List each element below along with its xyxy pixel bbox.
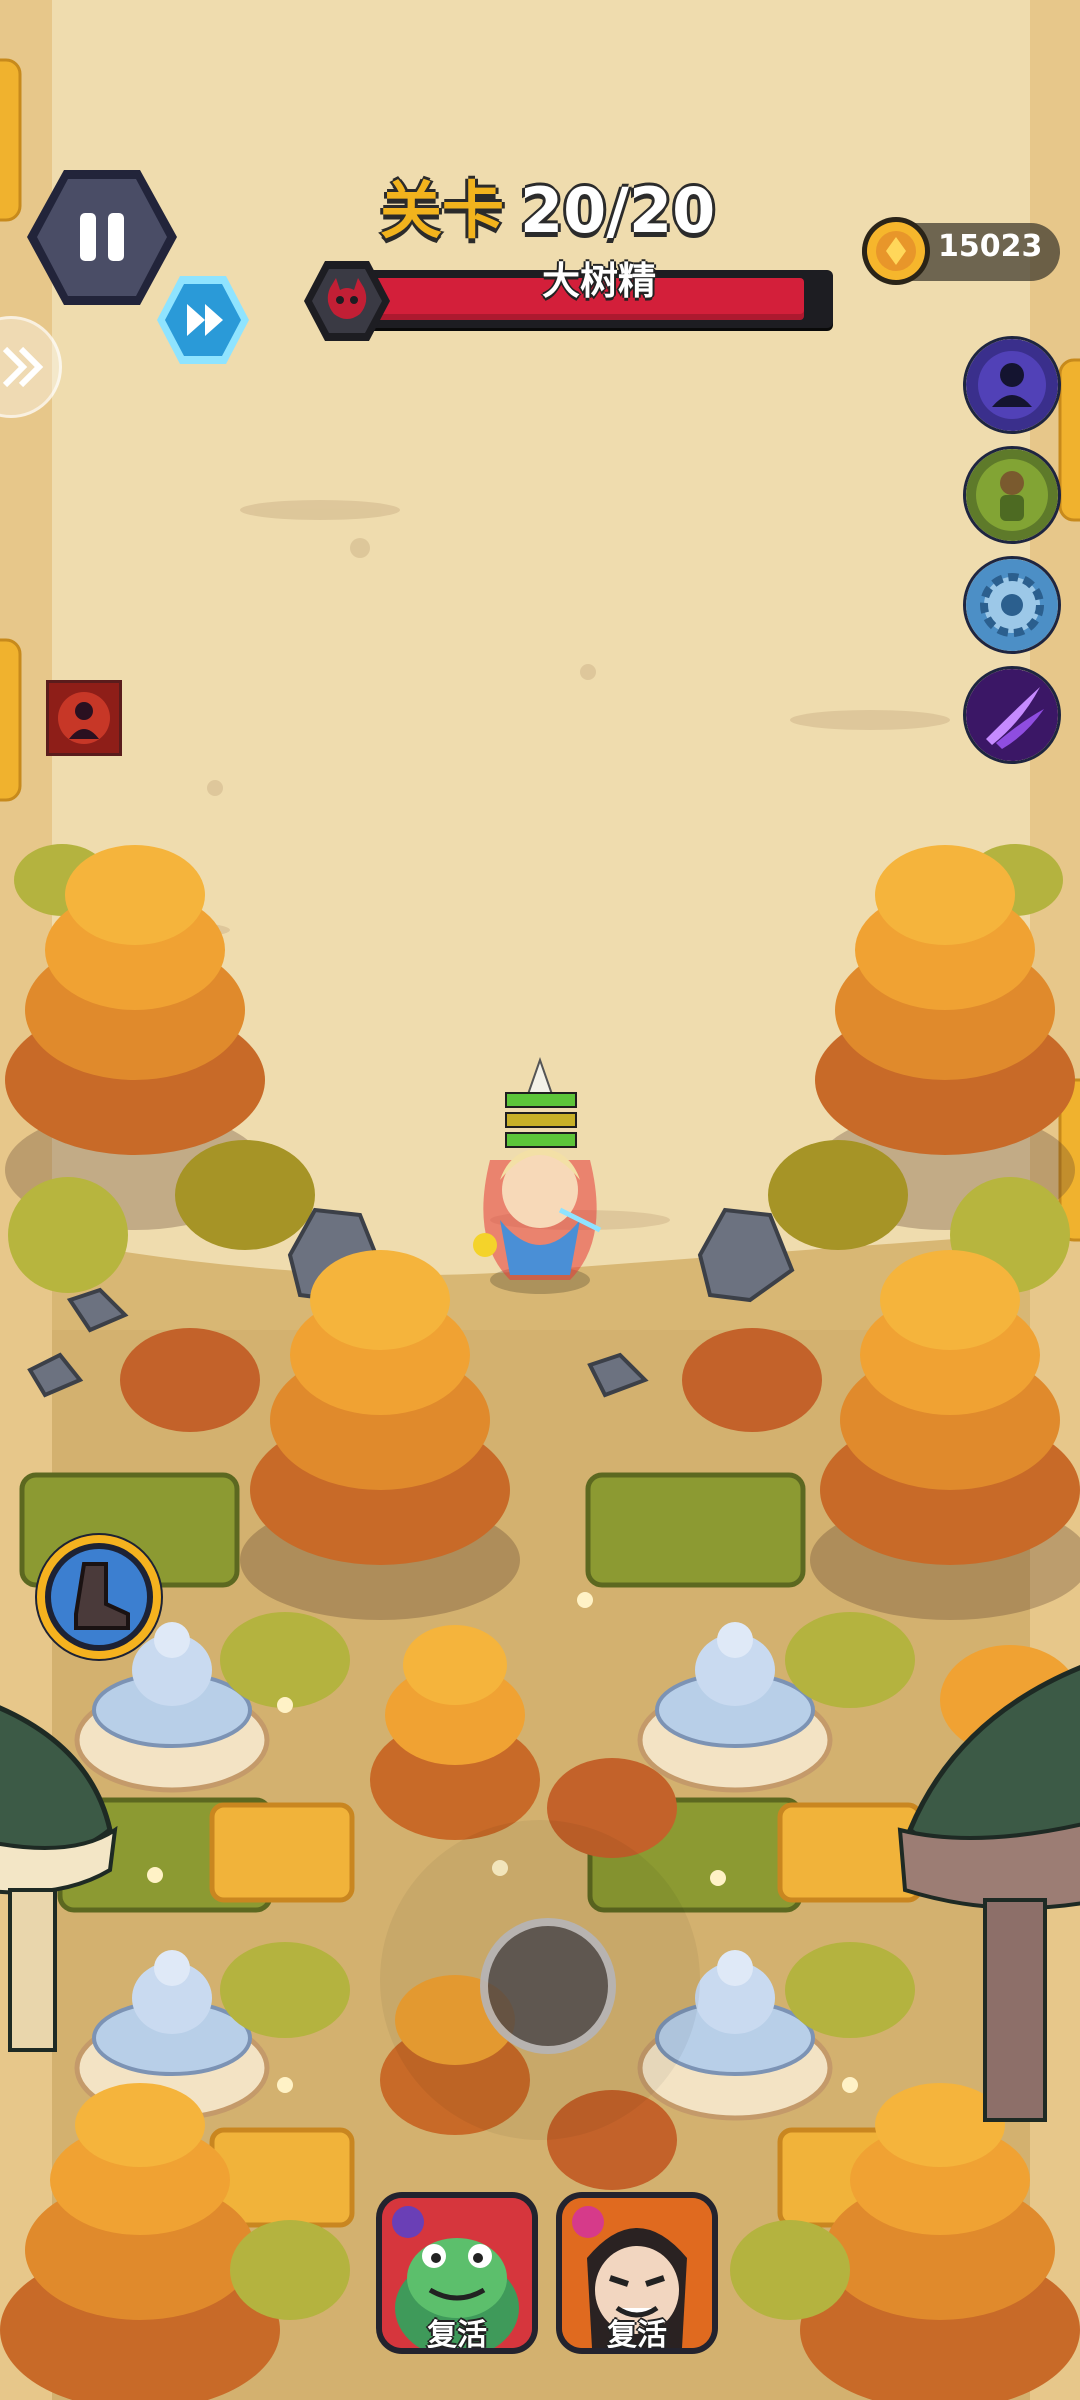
- revive-button-2[interactable]: 复活: [556, 2192, 718, 2354]
- level-indicator: 关卡 20/20: [380, 180, 715, 260]
- fast-forward-button[interactable]: [155, 272, 251, 368]
- demon-skull-icon: [302, 258, 392, 344]
- coin-icon: [860, 215, 932, 287]
- level-label: 关卡: [380, 174, 505, 247]
- dash-boot-skill-button[interactable]: [32, 1530, 166, 1664]
- virtual-joystick[interactable]: [480, 1918, 616, 2054]
- level-value: 20/20: [520, 174, 716, 247]
- revive-button-1[interactable]: 复活: [376, 2192, 538, 2354]
- coin-value: 15023: [938, 229, 1043, 264]
- gear-skill-icon[interactable]: [963, 556, 1061, 654]
- revive-label: 复活: [427, 2318, 487, 2353]
- side-menu-tab[interactable]: [0, 316, 62, 418]
- shadow-figure-skill-icon[interactable]: [963, 336, 1061, 434]
- poison-warrior-skill-icon[interactable]: [963, 446, 1061, 544]
- purple-slash-skill-icon[interactable]: [963, 666, 1061, 764]
- rage-buff-icon: [46, 680, 122, 756]
- chevron-right-icon: [2, 346, 44, 388]
- fast-forward-icon: [157, 276, 249, 364]
- revive-label: 复活: [607, 2318, 667, 2353]
- boss-name: 大树精: [541, 259, 656, 303]
- boot-icon: [35, 1533, 163, 1661]
